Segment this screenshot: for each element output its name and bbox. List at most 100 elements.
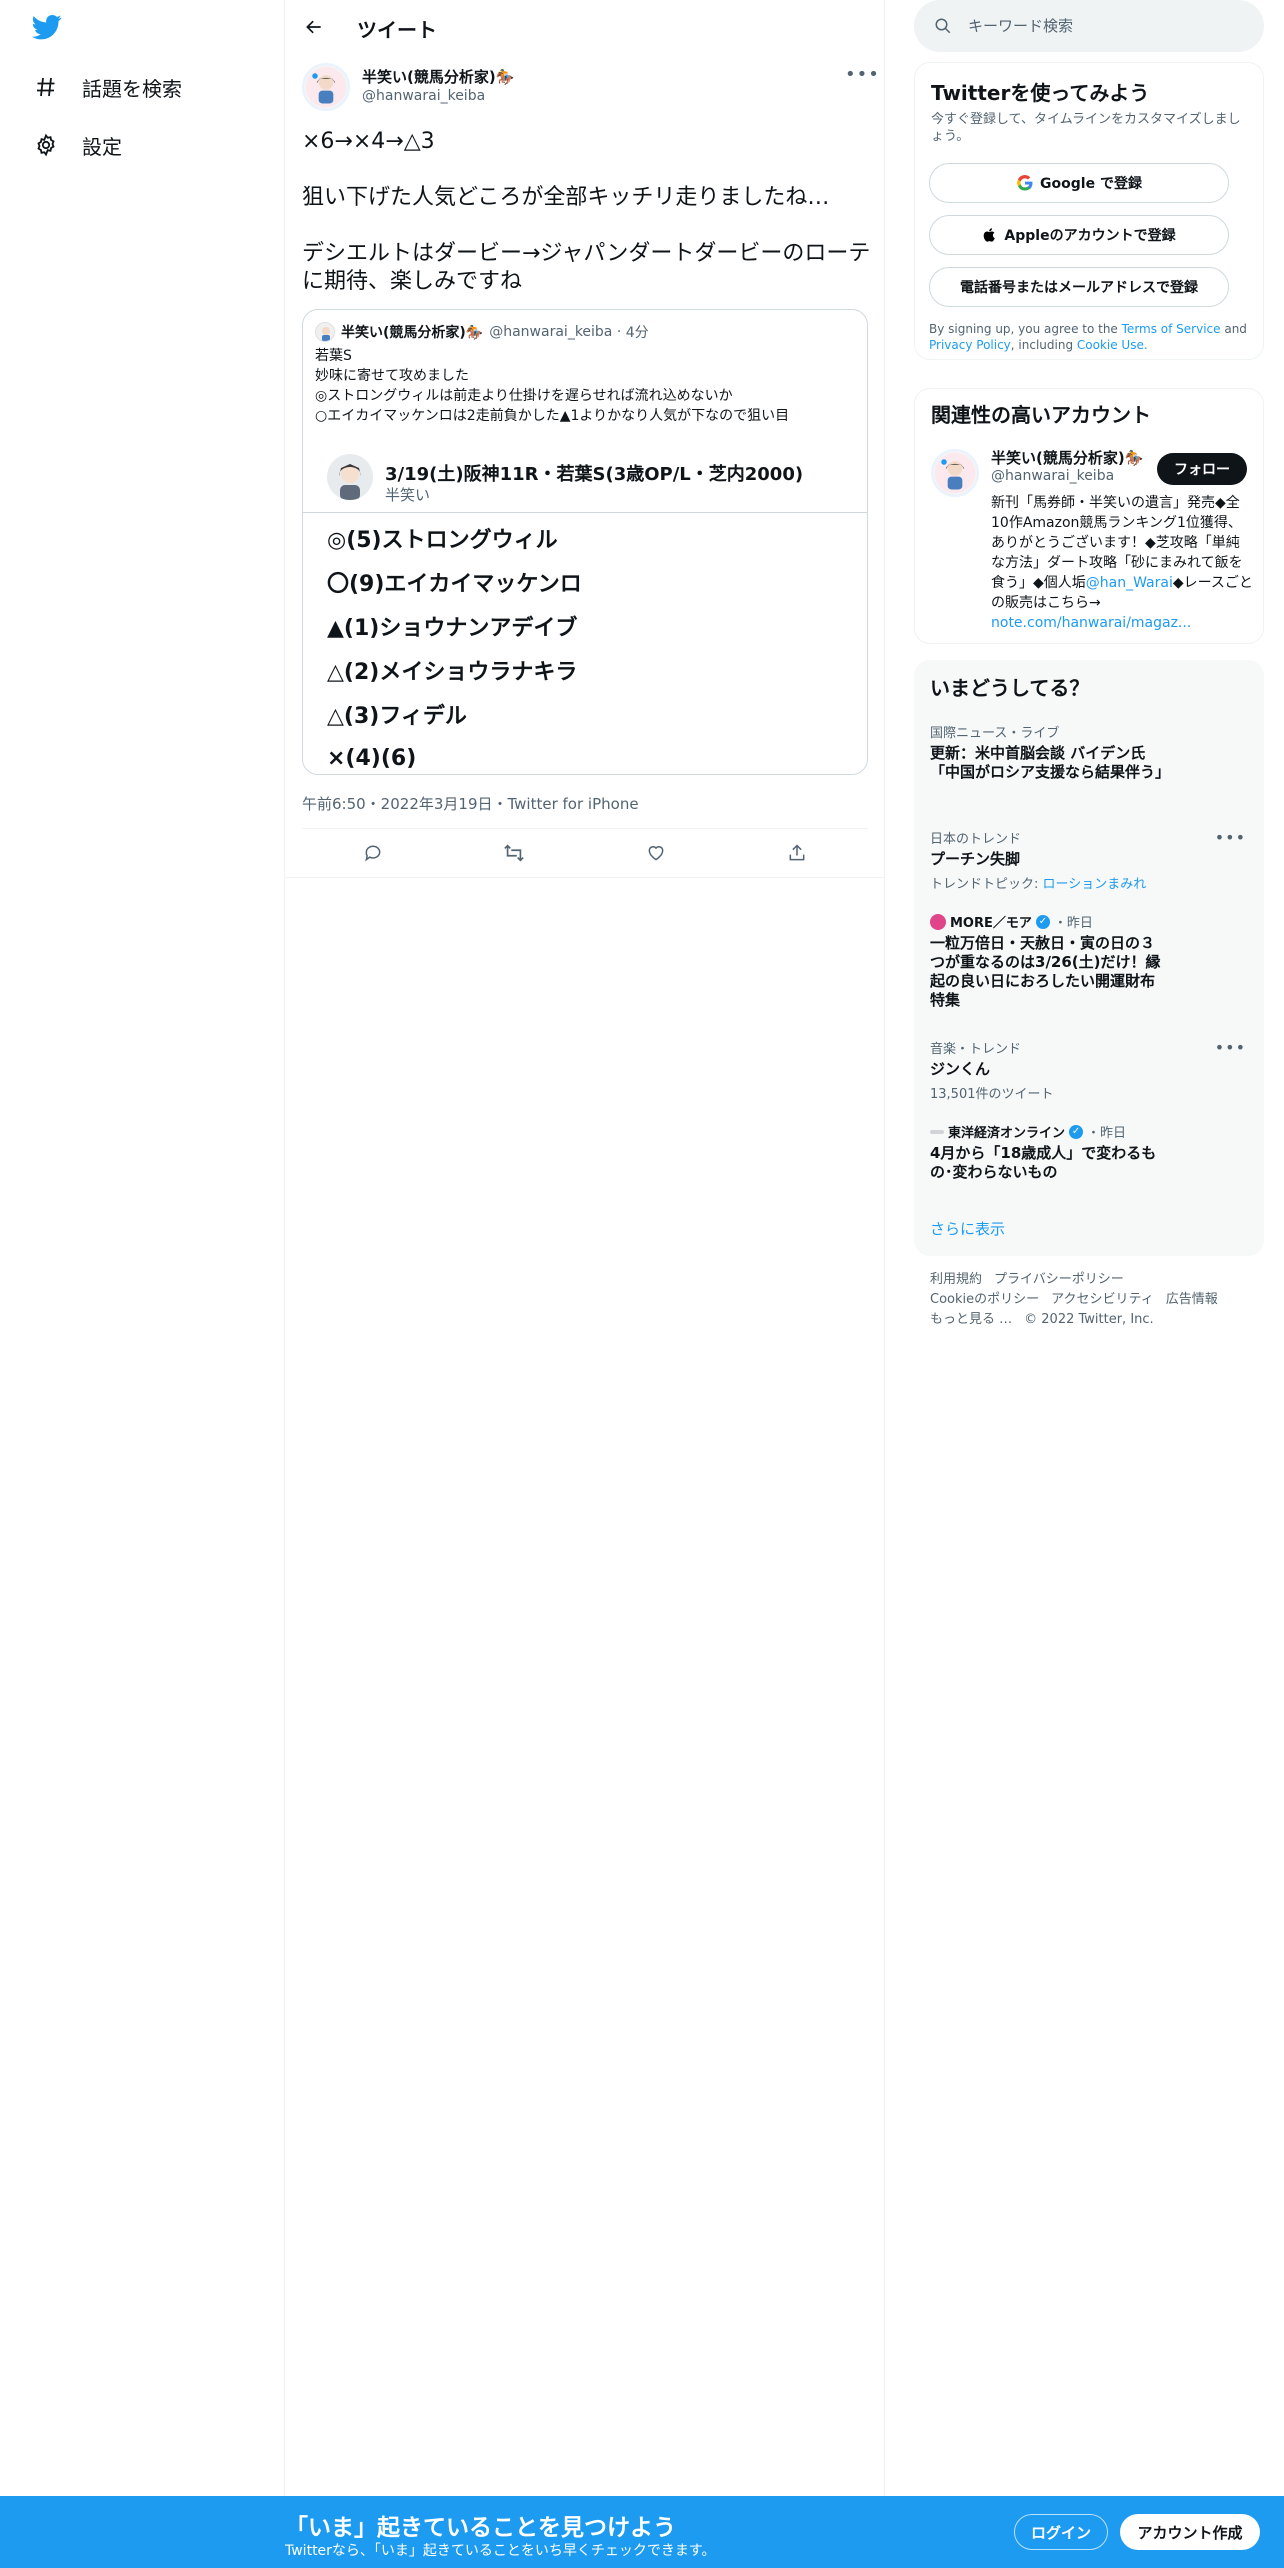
nav-explore[interactable]: 話題を検索 xyxy=(32,67,182,107)
tweet-line: デシエルトはダービー→ジャパンダートダービーのローテに期待、楽しみですね xyxy=(302,241,871,294)
retweet-icon xyxy=(504,844,525,862)
reply-icon xyxy=(364,845,381,862)
google-icon xyxy=(1016,174,1034,192)
search-box[interactable] xyxy=(914,0,1264,52)
retweet-button[interactable] xyxy=(494,833,534,873)
quote-text: 若葉S 妙味に寄せて攻めました ◎ストロングウィルは前走より仕掛けを遅らせれば流… xyxy=(315,346,855,426)
footer-link[interactable]: プライバシーポリシー xyxy=(994,1272,1124,1287)
source-name: 東洋経済オンライン xyxy=(948,1126,1066,1141)
trend-item[interactable]: 日本のトレンド プーチン失脚 トレンドトピック: ローションまみれ ••• xyxy=(930,828,1246,892)
footer-link[interactable]: Cookieのポリシー xyxy=(930,1292,1039,1307)
nav-explore-label: 話題を検索 xyxy=(82,76,182,101)
signup-button[interactable]: アカウント作成 xyxy=(1120,2514,1260,2550)
tweet-line: ×6→×4→△3 xyxy=(302,129,435,154)
like-button[interactable] xyxy=(636,833,676,873)
trend-item[interactable]: 音楽・トレンド ジンくん 13,501件のツイート ••• xyxy=(930,1038,1246,1102)
related-account-name[interactable]: 半笑い(競馬分析家)🏇 xyxy=(991,447,1143,468)
bio-url-link[interactable]: note.com/hanwarai/magaz... xyxy=(991,615,1191,631)
terms-text: and xyxy=(1220,322,1247,336)
verified-badge-icon: ✓ xyxy=(1069,1124,1084,1139)
avatar[interactable] xyxy=(931,449,979,497)
trend-topic: トレンドトピック: ローションまみれ xyxy=(930,873,1246,892)
separator: · xyxy=(612,324,626,340)
trend-item[interactable]: MORE／モア ✓ ・昨日 一粒万倍日・天赦日・寅の日の３つが重なるのは3/26… xyxy=(930,912,1246,1010)
login-button[interactable]: ログイン xyxy=(1014,2514,1108,2550)
signup-terms: By signing up, you agree to the Terms of… xyxy=(929,321,1251,353)
quote-header: 半笑い(競馬分析家)🏇 @hanwarai_keiba · 4分 xyxy=(315,322,649,342)
twitter-logo-icon[interactable] xyxy=(30,12,66,44)
source-name: MORE／モア xyxy=(950,916,1032,931)
footer-link[interactable]: 利用規約 xyxy=(930,1272,982,1287)
more-options-icon[interactable]: ••• xyxy=(1215,1038,1246,1057)
trend-source: 東洋経済オンライン ✓ ・昨日 xyxy=(930,1122,1246,1141)
tweet-text: ×6→×4→△3 狙い下げた人気どころが全部キッチリ走りましたね… デシエルトは… xyxy=(302,128,872,296)
share-button[interactable] xyxy=(777,833,817,873)
back-button[interactable] xyxy=(297,10,331,44)
apple-signup-button[interactable]: Appleのアカウントで登録 xyxy=(929,215,1229,255)
left-nav: 話題を検索 設定 xyxy=(0,0,285,2568)
heart-icon xyxy=(648,846,664,861)
trend-topic-prefix: トレンドトピック: xyxy=(930,877,1043,892)
google-signup-button[interactable]: Google で登録 xyxy=(929,163,1229,203)
apple-signup-label: Appleのアカウントで登録 xyxy=(1004,228,1176,244)
gear-icon xyxy=(32,131,60,159)
share-icon xyxy=(789,844,805,861)
reply-button[interactable] xyxy=(353,833,393,873)
trend-meta: 日本のトレンド xyxy=(930,832,1022,847)
trend-title: ジンくん xyxy=(930,1060,991,1078)
more-options-icon[interactable]: ••• xyxy=(1215,828,1246,847)
trend-item[interactable]: 東洋経済オンライン ✓ ・昨日 4月から「18歳成人」で変わるもの･変わらないも… xyxy=(930,1122,1246,1182)
pick-item: ◎(5)ストロングウィル xyxy=(327,528,558,553)
more-options-icon[interactable]: ••• xyxy=(845,64,880,85)
terms-of-service-link[interactable]: Terms of Service xyxy=(1122,322,1221,336)
avatar[interactable] xyxy=(302,63,350,111)
cookie-use-link[interactable]: Cookie Use. xyxy=(1077,338,1148,352)
bottom-signup-bar: 「いま」起きていることを見つけよう Twitterなら、「いま」起きていることを… xyxy=(0,2496,1284,2568)
related-accounts-card: 関連性の高いアカウント 半笑い(競馬分析家)🏇 @hanwarai_keiba … xyxy=(914,388,1264,644)
show-more-link[interactable]: さらに表示 xyxy=(930,1218,1005,1239)
source-time: ・昨日 xyxy=(1053,916,1093,931)
author-name[interactable]: 半笑い(競馬分析家)🏇 xyxy=(362,66,514,87)
source-time: ・昨日 xyxy=(1087,1126,1127,1141)
google-signup-label: Google で登録 xyxy=(1040,176,1142,192)
search-input[interactable] xyxy=(968,17,1228,35)
nav-settings[interactable]: 設定 xyxy=(32,125,122,165)
privacy-policy-link[interactable]: Privacy Policy xyxy=(929,338,1011,352)
related-title: 関連性の高いアカウント xyxy=(931,403,1151,427)
main-header: ツイート xyxy=(285,0,885,54)
phone-email-signup-label: 電話番号またはメールアドレスで登録 xyxy=(960,280,1198,296)
trend-title: プーチン失脚 xyxy=(930,850,1021,868)
related-account-handle[interactable]: @hanwarai_keiba xyxy=(991,468,1114,484)
phone-email-signup-button[interactable]: 電話番号またはメールアドレスで登録 xyxy=(929,267,1229,307)
main-column: ツイート 半笑い(競馬分析家)🏇 @hanwarai_keiba ••• ×6→… xyxy=(285,0,885,2568)
page-title: ツイート xyxy=(357,18,437,42)
race-card-title: 3/19(土)阪神11R・若葉S(3歳OP/L・芝内2000) xyxy=(385,464,804,485)
apple-icon xyxy=(982,227,998,243)
divider xyxy=(285,877,885,878)
quote-author-handle: @hanwarai_keiba xyxy=(489,324,613,340)
pick-item: 〇(9)エイカイマッケンロ xyxy=(327,572,582,597)
bio-mention-link[interactable]: @han_Warai xyxy=(1086,575,1173,591)
source-logo-icon xyxy=(930,1129,944,1134)
follow-button[interactable]: フォロー xyxy=(1157,453,1247,485)
trend-item[interactable]: 国際ニュース・ライブ 更新：米中首脳会談 バイデン氏「中国がロシア支援なら結果伴… xyxy=(930,722,1246,782)
trend-topic-link[interactable]: ローションまみれ xyxy=(1043,877,1147,892)
tweet-actions xyxy=(302,829,868,877)
footer-link[interactable]: もっと見る … xyxy=(930,1312,1012,1327)
trend-title: 4月から「18歳成人」で変わるもの･変わらないもの xyxy=(930,1144,1157,1181)
race-card-subtitle: 半笑い xyxy=(385,486,431,504)
author-handle[interactable]: @hanwarai_keiba xyxy=(362,88,485,104)
footer-link[interactable]: アクセシビリティ xyxy=(1051,1292,1154,1307)
arrow-left-icon xyxy=(306,20,321,34)
bottom-bar-subtitle: Twitterなら、「いま」起きていることをいち早くチェックできます。 xyxy=(285,2543,716,2559)
trend-meta: 音楽・トレンド xyxy=(930,1042,1022,1057)
footer-link[interactable]: 広告情報 xyxy=(1166,1292,1218,1307)
related-account-bio: 新刊「馬券師・半笑いの遺言」発売◆全10作Amazon競馬ランキング1位獲得、あ… xyxy=(991,493,1253,633)
signup-title: Twitterを使ってみよう xyxy=(931,81,1150,105)
quote-tweet[interactable]: 半笑い(競馬分析家)🏇 @hanwarai_keiba · 4分 若葉S 妙味に… xyxy=(302,309,868,775)
quote-line: ◎ストロングウィルは前走より仕掛けを遅らせれば流れ込めないか xyxy=(315,388,733,404)
bottom-bar-title: 「いま」起きていることを見つけよう xyxy=(285,2515,676,2541)
copyright: © 2022 Twitter, Inc. xyxy=(1024,1312,1154,1327)
race-card-avatar xyxy=(327,454,373,500)
tweet-timestamp[interactable]: 午前6:50・2022年3月19日・Twitter for iPhone xyxy=(302,793,639,814)
